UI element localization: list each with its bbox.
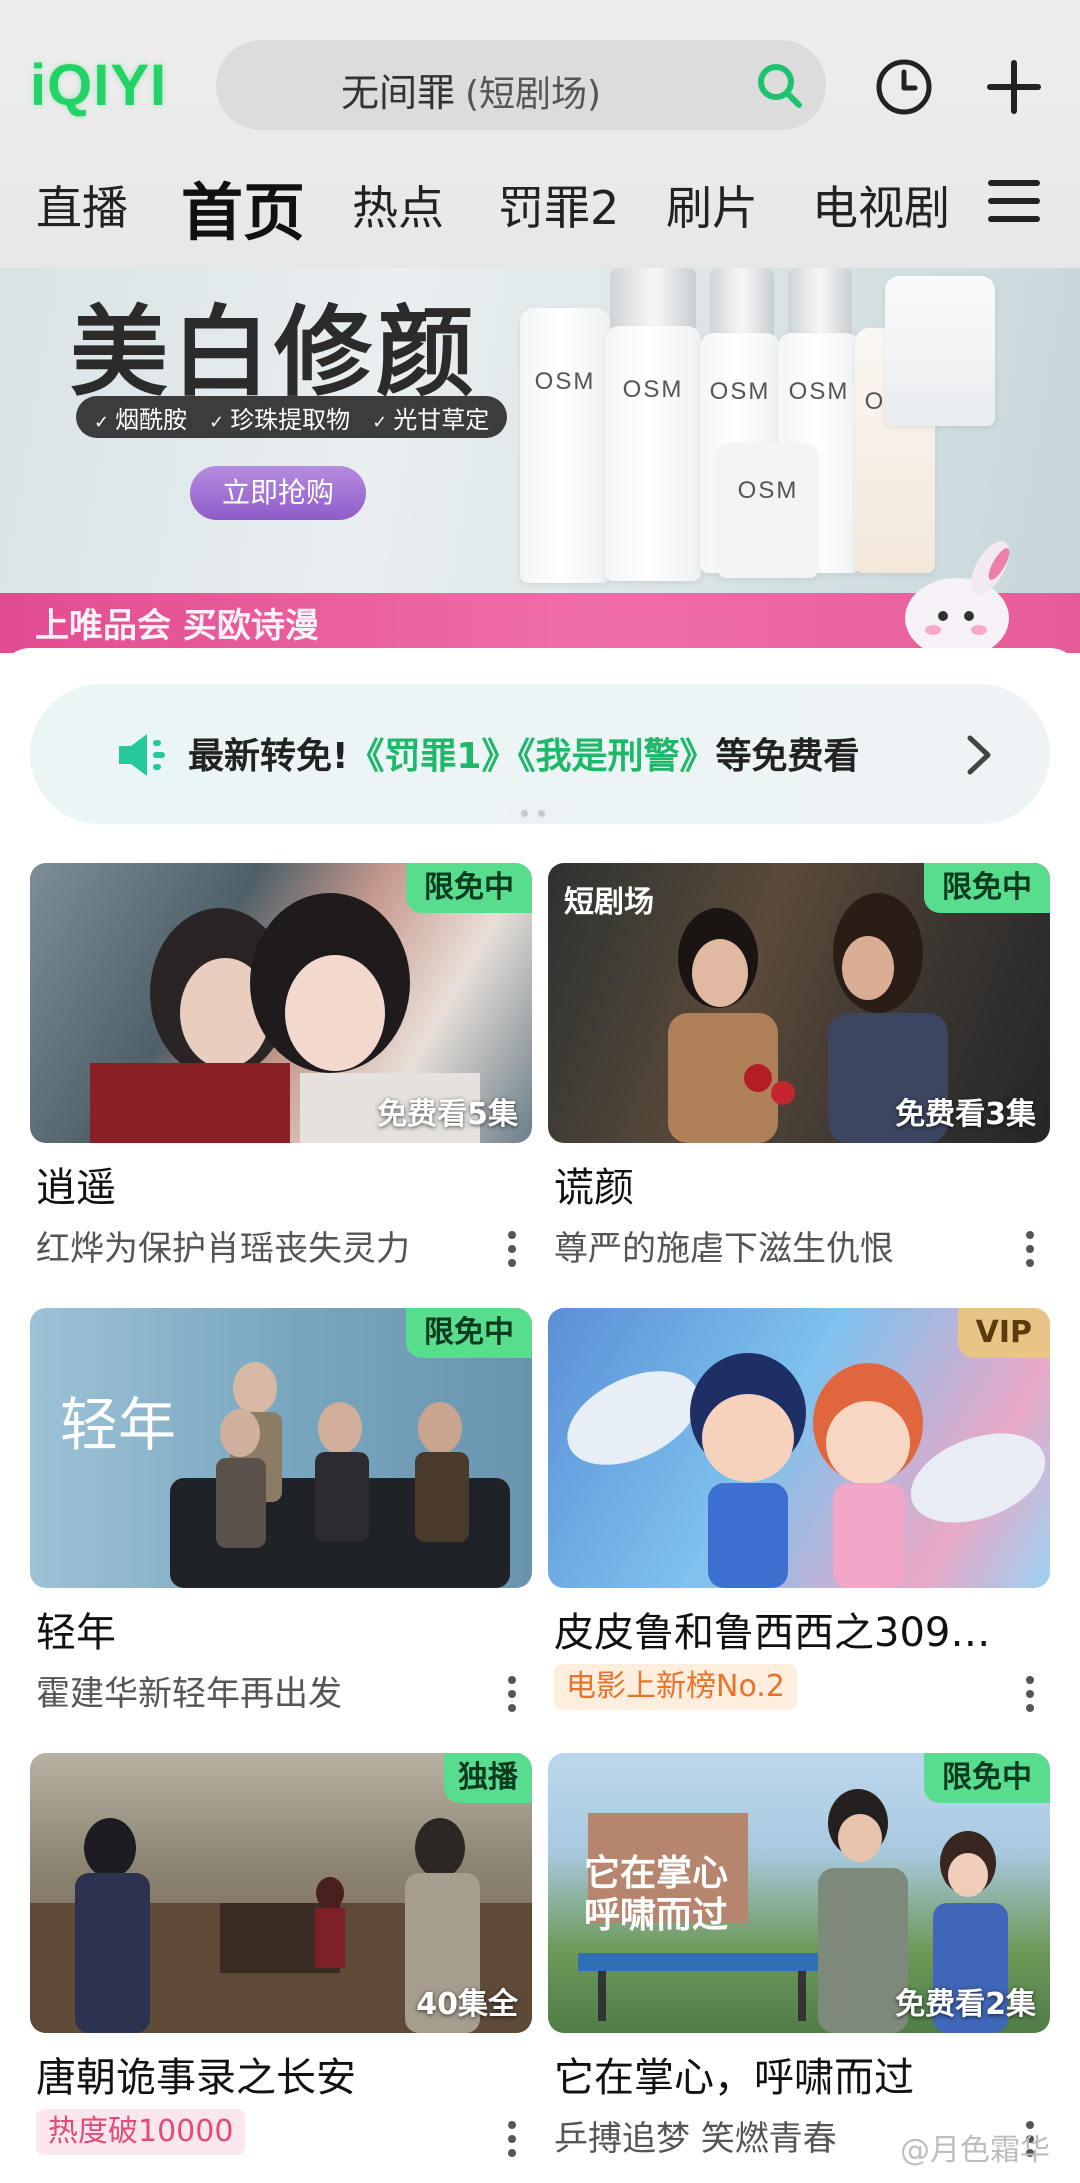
video-card[interactable]: 限免中 免费看5集 逍遥 红烨为保护肖瑶丧失灵力 bbox=[30, 863, 532, 1283]
notice-prefix: 最新转免! bbox=[188, 736, 349, 777]
plus-icon[interactable] bbox=[985, 58, 1043, 116]
badge-exclusive: 独播 bbox=[444, 1753, 532, 1803]
more-icon[interactable] bbox=[506, 1229, 518, 1269]
search-query-tag: (短剧场) bbox=[465, 74, 602, 115]
search-icon[interactable] bbox=[754, 60, 804, 110]
episode-overlay: 免费看5集 bbox=[377, 1097, 518, 1132]
tab-fazui2[interactable]: 罚罪2 bbox=[498, 172, 619, 238]
video-description: 尊严的施虐下滋生仇恨 bbox=[554, 1229, 894, 1269]
banner-ingredient-tags: 烟酰胺 珍珠提取物 光甘草定 bbox=[76, 396, 508, 438]
video-card[interactable]: 短剧场 限免中 免费看3集 谎颜 尊严的施虐下滋生仇恨 bbox=[548, 863, 1050, 1283]
main-feed: 最新转免!《罚罪1》《我是刑警》等免费看 限免中 免费看5集 逍遥 红烨为保护肖… bbox=[0, 648, 1080, 2183]
product-lotion: OSM bbox=[605, 326, 701, 581]
video-thumbnail[interactable]: 它在掌心 呼啸而过 限免中 免费看2集 bbox=[548, 1753, 1050, 2033]
speaker-icon bbox=[119, 734, 165, 776]
video-title[interactable]: 唐朝诡事录之长安 bbox=[36, 2045, 356, 2103]
episode-overlay: 免费看2集 bbox=[895, 1987, 1036, 2022]
notice-text: 最新转免!《罚罪1》《我是刑警》等免费看 bbox=[188, 727, 860, 779]
product-cap bbox=[610, 268, 696, 328]
product-bottle: OSM bbox=[718, 443, 818, 578]
buy-now-button[interactable]: 立即抢购 bbox=[190, 466, 366, 520]
video-card[interactable]: 它在掌心 呼啸而过 限免中 免费看2集 它在掌心，呼啸而过 乒搏追梦 笑燃青春 bbox=[548, 1753, 1050, 2173]
video-thumbnail[interactable]: VIP bbox=[548, 1308, 1050, 1588]
product-brand: OSM bbox=[788, 378, 850, 405]
channel-tabs: 直播 首页 热点 罚罪2 刷片 电视剧 bbox=[36, 162, 1080, 249]
banner-footer-text: 上唯品会 买欧诗漫 bbox=[35, 606, 319, 646]
tab-tv-series[interactable]: 电视剧 bbox=[812, 172, 982, 238]
ranking-tag: 电影上新榜No.2 bbox=[554, 1664, 797, 1710]
notice-suffix: 等免费看 bbox=[715, 736, 860, 777]
banner-tag: 光甘草定 bbox=[372, 400, 489, 435]
episode-overlay: 40集全 bbox=[416, 1987, 518, 2022]
product-brand: OSM bbox=[622, 376, 684, 403]
video-title[interactable]: 谎颜 bbox=[554, 1155, 634, 1213]
video-thumbnail[interactable]: 限免中 免费看5集 bbox=[30, 863, 532, 1143]
badge-free-limited: 限免中 bbox=[406, 863, 532, 913]
video-description: 乒搏追梦 笑燃青春 bbox=[554, 2119, 837, 2159]
notice-highlight: 《罚罪1》《我是刑警》 bbox=[348, 736, 716, 777]
product-cap bbox=[788, 268, 852, 338]
banner-tag: 珍珠提取物 bbox=[209, 400, 350, 435]
more-icon[interactable] bbox=[506, 1674, 518, 1714]
banner-tag: 烟酰胺 bbox=[94, 400, 187, 435]
bunny-mascot-icon bbox=[905, 541, 1010, 653]
video-description: 红烨为保护肖瑶丧失灵力 bbox=[36, 1229, 410, 1269]
short-drama-logo: 短剧场 bbox=[564, 885, 654, 920]
chevron-right-icon[interactable] bbox=[964, 734, 994, 776]
badge-free-limited: 限免中 bbox=[924, 1753, 1050, 1803]
search-placeholder: 无间罪 (短剧场) bbox=[341, 62, 601, 117]
show-title-logo: 轻年 bbox=[60, 1391, 177, 1459]
tab-shuapian[interactable]: 刷片 bbox=[666, 172, 758, 238]
product-cap bbox=[710, 268, 774, 338]
product-brand: OSM bbox=[534, 368, 596, 395]
ad-banner[interactable]: 美白修颜 烟酰胺 珍珠提取物 光甘草定 立即抢购 OSM OSM OSM OSM… bbox=[0, 268, 1080, 653]
video-title[interactable]: 轻年 bbox=[36, 1600, 116, 1658]
iqiyi-logo[interactable]: iQIYI bbox=[30, 52, 167, 119]
search-bar[interactable]: 无间罪 (短剧场) bbox=[216, 40, 826, 130]
clock-icon[interactable] bbox=[874, 57, 934, 117]
video-thumbnail[interactable]: 轻年 限免中 bbox=[30, 1308, 532, 1588]
episode-overlay: 免费看3集 bbox=[895, 1097, 1036, 1132]
video-title[interactable]: 逍遥 bbox=[36, 1155, 116, 1213]
video-thumbnail[interactable]: 独播 40集全 bbox=[30, 1753, 532, 2033]
video-card[interactable]: 轻年 限免中 轻年 霍建华新轻年再出发 bbox=[30, 1308, 532, 1728]
watermark: @月色霜华 bbox=[900, 2133, 1050, 2168]
video-title[interactable]: 皮皮鲁和鲁西西之309… bbox=[554, 1600, 990, 1658]
video-description: 霍建华新轻年再出发 bbox=[36, 1674, 342, 1714]
badge-vip: VIP bbox=[957, 1308, 1050, 1358]
tab-home[interactable]: 首页 bbox=[181, 162, 305, 252]
tab-live[interactable]: 直播 bbox=[36, 172, 128, 238]
banner-title: 美白修颜 bbox=[70, 295, 479, 410]
video-card[interactable]: 独播 40集全 唐朝诡事录之长安 热度破10000 bbox=[30, 1753, 532, 2173]
top-header: iQIYI 无间罪 (短剧场) 直播 首页 热点 罚罪2 刷片 电视剧 bbox=[0, 0, 1080, 268]
more-icon[interactable] bbox=[1024, 1674, 1036, 1714]
product-brand: OSM bbox=[737, 477, 799, 504]
video-title[interactable]: 它在掌心，呼啸而过 bbox=[554, 2045, 914, 2103]
show-title-logo: 它在掌心 呼啸而过 bbox=[584, 1853, 729, 1936]
tab-hot[interactable]: 热点 bbox=[352, 172, 444, 238]
popularity-tag: 热度破10000 bbox=[36, 2109, 246, 2155]
video-card[interactable]: VIP 皮皮鲁和鲁西西之309… 电影上新榜No.2 bbox=[548, 1308, 1050, 1728]
page-indicator bbox=[508, 803, 558, 823]
product-box bbox=[885, 276, 995, 426]
video-thumbnail[interactable]: 短剧场 限免中 免费看3集 bbox=[548, 863, 1050, 1143]
menu-icon[interactable] bbox=[988, 178, 1040, 224]
badge-free-limited: 限免中 bbox=[924, 863, 1050, 913]
more-icon[interactable] bbox=[1024, 1229, 1036, 1269]
product-brand: OSM bbox=[709, 378, 771, 405]
more-icon[interactable] bbox=[506, 2119, 518, 2159]
badge-free-limited: 限免中 bbox=[406, 1308, 532, 1358]
product-tube: OSM bbox=[520, 308, 610, 583]
search-query: 无间罪 bbox=[341, 71, 456, 115]
